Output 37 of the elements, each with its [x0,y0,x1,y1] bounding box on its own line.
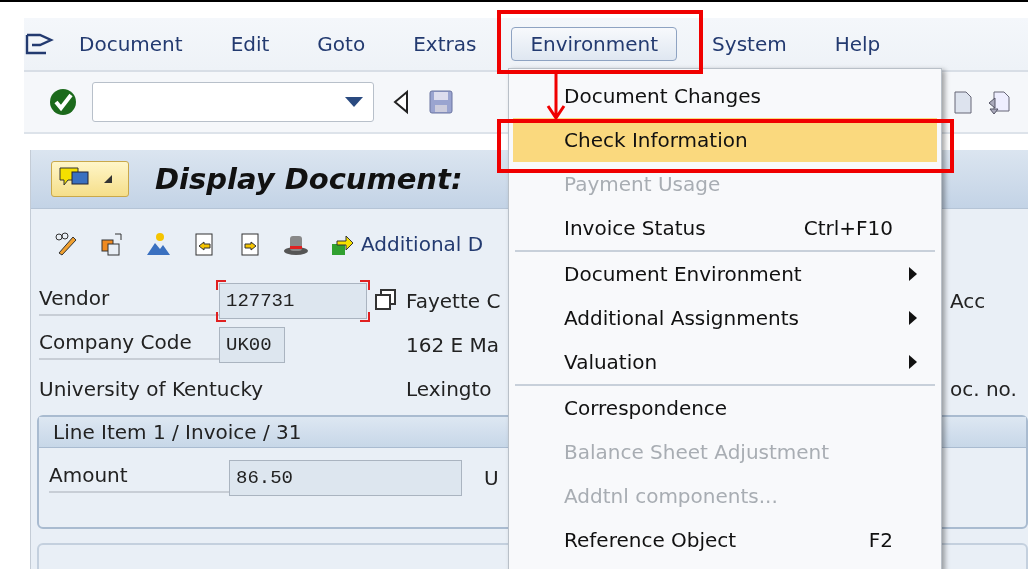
page-title: Display Document: [155,162,463,196]
menu-bar-item[interactable]: Goto [304,27,379,61]
mountain-sun-icon[interactable] [145,231,171,257]
company-name: University of Kentucky [39,377,265,401]
glasses-pencil-icon[interactable] [53,231,79,257]
menu-icon[interactable] [24,31,54,57]
menu-item[interactable]: Reference Object F2 [513,518,937,562]
input-field[interactable]: 86.50 [229,460,462,496]
annotation-arrow [545,74,567,120]
menu-bar-item[interactable]: Extras [400,27,490,61]
menu-bar-item[interactable]: Document [66,27,196,61]
menu-bar-item[interactable]: System [699,27,800,61]
menu-item[interactable]: Check Information [513,118,937,162]
menu-item[interactable]: Document Environment [513,252,937,296]
address-text: Fayette C [406,289,502,313]
input-field[interactable]: 127731 [219,283,367,319]
menu-item[interactable]: Valuation [513,340,937,384]
save-icon[interactable] [428,89,454,115]
info-button[interactable] [51,161,129,197]
menu-item[interactable]: Invoice Status Ctrl+F10 [513,206,937,250]
currency-text: U [483,466,500,490]
menu-item[interactable]: Additional Assignments [513,296,937,340]
caret-icon [345,97,363,107]
document-arrows-icon[interactable] [986,89,1012,115]
menu-bar-item[interactable]: Help [821,27,894,61]
field-label: oc. no. [950,377,1018,401]
copy-squares-icon[interactable] [99,231,125,257]
toolbar-link[interactable]: Additional D [361,232,484,256]
command-field[interactable] [92,82,374,122]
address-text: Lexingto [406,377,493,401]
field-label: Acc [950,289,987,313]
caret-icon [104,175,112,183]
address-text: 162 E Ma [406,333,501,357]
menu-bar-item[interactable]: Edit [217,27,283,61]
input-field[interactable]: UK00 [219,327,285,363]
check-icon[interactable] [48,87,78,117]
menu-bar-item[interactable]: Environment [511,27,678,61]
